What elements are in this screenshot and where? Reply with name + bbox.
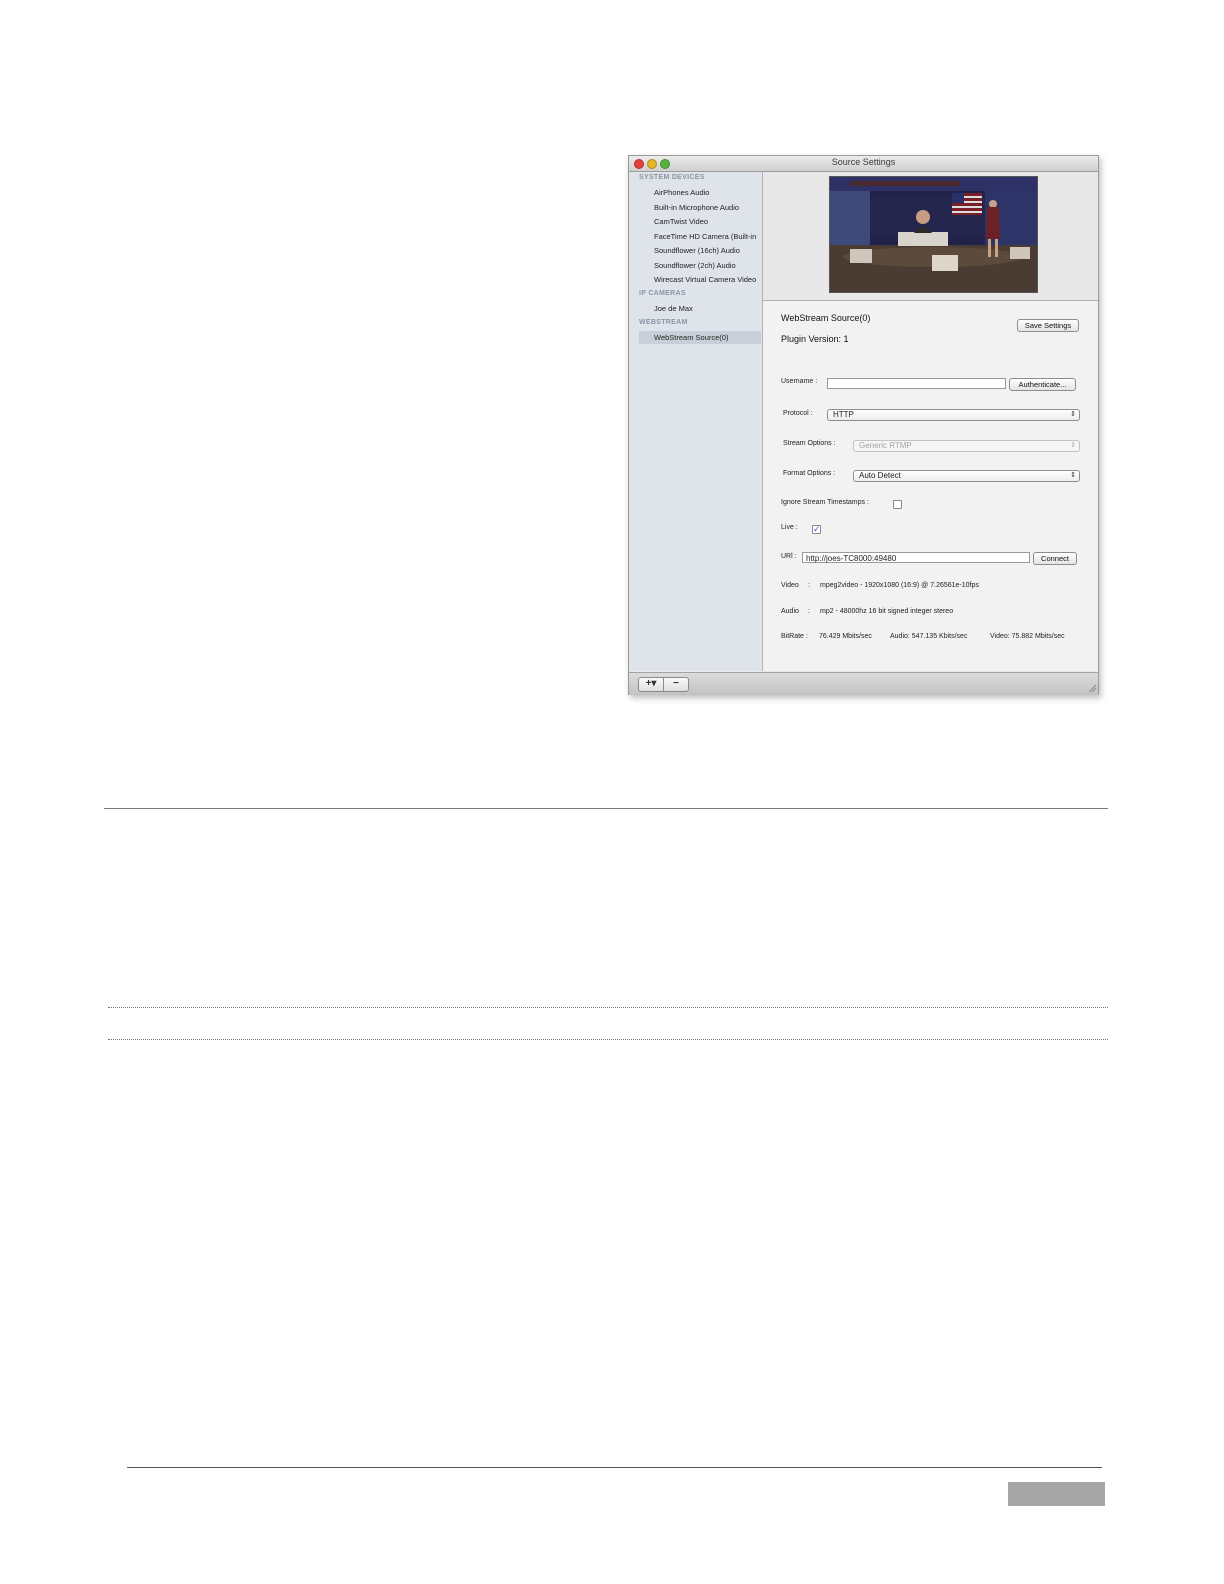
dotted-rule-top [108, 1007, 1108, 1008]
url-label: URl : [781, 553, 797, 560]
audio-info: mp2 - 48000hz 16 bit signed integer ster… [820, 608, 954, 615]
add-source-button[interactable]: +▾ [638, 677, 664, 692]
footer-rule [127, 1467, 1102, 1468]
source-name-heading: WebStream Source(0) [781, 313, 871, 323]
checkmark-icon: ✓ [813, 524, 821, 534]
sidebar-heading-ip-cameras: IP CAMERAS [639, 290, 686, 297]
news-studio-preview-image [830, 177, 1037, 292]
stream-options-select: Generic RTMP ⇕ [853, 440, 1080, 452]
sidebar-item-camtwist-video[interactable]: CamTwist Video [654, 217, 708, 226]
url-field[interactable]: http://joes-TC8000:49480 [802, 552, 1030, 563]
bitrate-video: Video: 75.882 Mbits/sec [990, 633, 1065, 640]
sidebar-item-airphones-audio[interactable]: AirPhones Audio [654, 188, 709, 197]
sidebar-item-joe-de-max[interactable]: Joe de Max [654, 304, 693, 313]
authenticate-button[interactable]: Authenticate... [1009, 378, 1076, 391]
sidebar-item-soundflower-16ch[interactable]: Soundflower (16ch) Audio [654, 246, 740, 255]
protocol-select[interactable]: HTTP ⇕ [827, 409, 1080, 421]
sidebar-heading-webstream: WEBSTREAM [639, 319, 688, 326]
format-options-value: Auto Detect [859, 471, 901, 480]
format-options-select[interactable]: Auto Detect ⇕ [853, 470, 1080, 482]
remove-source-button[interactable]: − [663, 677, 689, 692]
source-settings-window: Source Settings SYSTEM DEVICES AirPhones… [628, 155, 1099, 695]
horizontal-rule [104, 808, 1108, 809]
select-arrows-icon: ⇕ [1070, 442, 1076, 449]
sidebar-item-soundflower-2ch[interactable]: Soundflower (2ch) Audio [654, 261, 736, 270]
page-number-tab [1008, 1482, 1105, 1506]
ignore-timestamps-label: Ignore Stream Timestamps : [781, 499, 869, 506]
save-settings-button[interactable]: Save Settings [1017, 319, 1079, 332]
video-preview [829, 176, 1038, 293]
username-field[interactable] [827, 378, 1006, 389]
select-arrows-icon: ⇕ [1070, 411, 1076, 418]
resize-grip-icon[interactable] [1088, 684, 1097, 693]
video-separator: : [808, 582, 810, 589]
bitrate-audio: Audio: 547.135 Kbits/sec [890, 633, 968, 640]
connect-button[interactable]: Connect [1033, 552, 1077, 565]
sidebar-item-webstream-source[interactable]: WebStream Source(0) [654, 333, 728, 342]
sidebar-item-facetime-camera[interactable]: FaceTime HD Camera (Built-in [654, 232, 756, 241]
title-bar[interactable]: Source Settings [629, 156, 1098, 172]
preview-area [763, 172, 1098, 301]
username-label: Username : [781, 378, 818, 385]
settings-pane: WebStream Source(0) Save Settings Plugin… [763, 301, 1098, 671]
sidebar-item-wirecast-camera[interactable]: Wirecast Virtual Camera Video [654, 275, 756, 284]
bottom-toolbar: +▾ − [629, 672, 1098, 695]
protocol-label: Protocol : [783, 410, 813, 417]
audio-separator: : [808, 608, 810, 615]
sidebar-heading-system-devices: SYSTEM DEVICES [639, 174, 705, 181]
live-checkbox[interactable]: ✓ [812, 525, 821, 534]
audio-label: Audio [781, 608, 799, 615]
protocol-value: HTTP [833, 410, 854, 419]
ignore-timestamps-checkbox[interactable] [893, 500, 902, 509]
video-info: mpeg2video - 1920x1080 (16:9) @ 7.26561e… [820, 582, 979, 589]
sidebar-item-builtin-mic-audio[interactable]: Built-in Microphone Audio [654, 203, 739, 212]
stream-options-label: Stream Options : [783, 440, 836, 447]
select-arrows-icon: ⇕ [1070, 472, 1076, 479]
stream-options-value: Generic RTMP [859, 441, 912, 450]
window-title: Source Settings [831, 157, 896, 167]
source-sidebar: SYSTEM DEVICES AirPhones Audio Built-in … [629, 172, 763, 671]
plugin-version: Plugin Version: 1 [781, 334, 849, 344]
format-options-label: Format Options : [783, 470, 836, 477]
dotted-rule-bottom [108, 1039, 1108, 1040]
live-label: Live : [781, 524, 798, 531]
bitrate-label: BitRate : [781, 633, 808, 640]
bitrate-total: 76.429 Mbits/sec [819, 633, 872, 640]
video-label: Video [781, 582, 799, 589]
